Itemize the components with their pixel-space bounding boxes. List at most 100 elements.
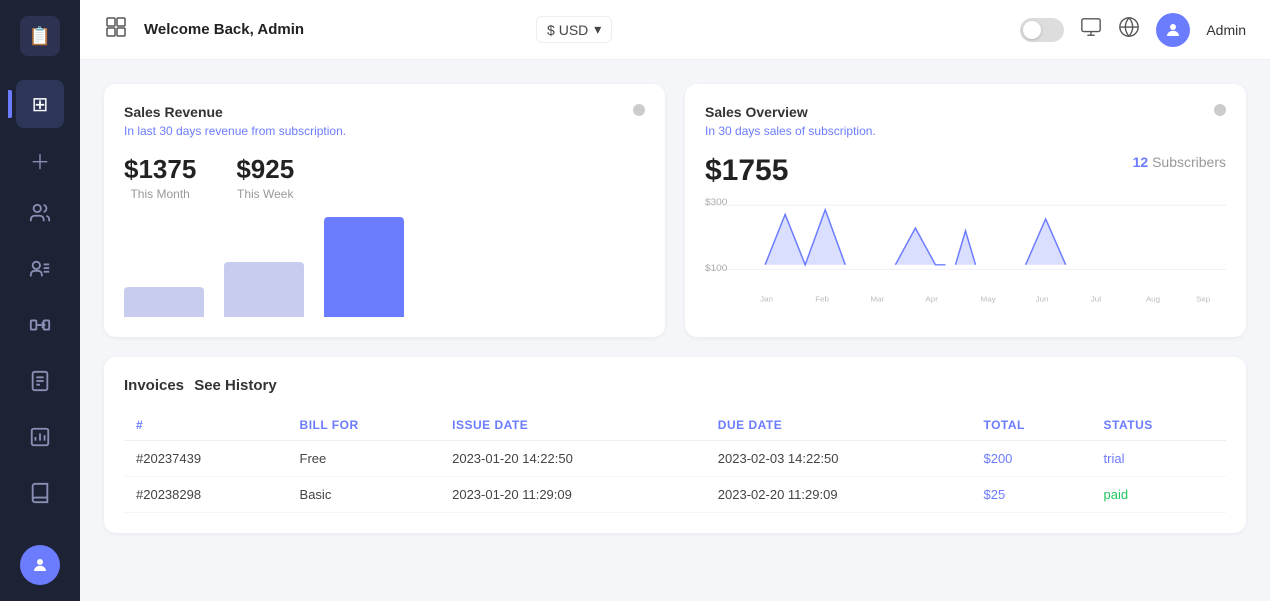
sidebar-item-dashboard[interactable]: ⊞ xyxy=(16,80,64,128)
sidebar-bottom xyxy=(20,545,60,585)
sidebar-item-user-detail[interactable] xyxy=(16,248,64,296)
sidebar: 📋 ⊞ ＋ xyxy=(0,0,80,601)
sidebar-item-book[interactable] xyxy=(16,472,64,520)
invoice-due-date: 2023-02-03 14:22:50 xyxy=(706,441,972,477)
svg-text:Jul: Jul xyxy=(1091,295,1102,304)
page-content: Sales Revenue In last 30 days revenue fr… xyxy=(80,60,1270,601)
invoice-total: $25 xyxy=(971,477,1091,513)
col-bill-for: BILL FOR xyxy=(288,410,441,441)
sidebar-item-reports[interactable] xyxy=(16,416,64,464)
overview-amount: $1755 xyxy=(705,154,788,188)
invoice-issue-date: 2023-01-20 11:29:09 xyxy=(440,477,706,513)
sidebar-item-docs[interactable] xyxy=(16,360,64,408)
integrations-icon xyxy=(29,314,51,342)
revenue-week-label: This Week xyxy=(236,187,294,201)
user-detail-icon xyxy=(29,258,51,286)
overview-card-dot xyxy=(1214,104,1226,116)
overview-top: $1755 12 Subscribers xyxy=(705,154,1226,188)
sidebar-item-add[interactable]: ＋ xyxy=(16,136,64,184)
svg-text:Apr: Apr xyxy=(925,295,938,304)
svg-text:Jan: Jan xyxy=(760,295,773,304)
invoice-due-date: 2023-02-20 11:29:09 xyxy=(706,477,972,513)
subscribers-badge: 12 Subscribers xyxy=(1133,154,1226,170)
invoice-bill-for: Basic xyxy=(288,477,441,513)
svg-text:Aug: Aug xyxy=(1146,295,1160,304)
sidebar-item-users[interactable] xyxy=(16,192,64,240)
revenue-week: $925 This Week xyxy=(236,154,294,201)
invoice-id: #20237439 xyxy=(124,441,288,477)
docs-icon xyxy=(29,370,51,398)
revenue-amounts: $1375 This Month $925 This Week xyxy=(124,154,645,201)
dashboard-cards: Sales Revenue In last 30 days revenue fr… xyxy=(104,84,1246,337)
header: Welcome Back, Admin $ USD ▾ A xyxy=(80,0,1270,60)
logo-icon: 📋 xyxy=(29,26,51,47)
col-total: TOTAL xyxy=(971,410,1091,441)
dashboard-icon: ⊞ xyxy=(32,92,49,117)
svg-text:$100: $100 xyxy=(705,264,727,275)
sidebar-logo[interactable]: 📋 xyxy=(20,16,60,56)
see-history-link[interactable]: See History xyxy=(194,377,277,394)
col-status: STATUS xyxy=(1092,410,1226,441)
svg-text:Sep: Sep xyxy=(1196,295,1210,304)
revenue-card-dot xyxy=(633,104,645,116)
currency-selector[interactable]: $ USD ▾ xyxy=(536,16,612,43)
theme-toggle[interactable] xyxy=(1020,18,1064,42)
svg-text:Mar: Mar xyxy=(870,295,884,304)
table-row: #20237439 Free 2023-01-20 14:22:50 2023-… xyxy=(124,441,1226,477)
overview-card-title: Sales Overview xyxy=(705,104,808,120)
card-header-revenue: Sales Revenue xyxy=(124,104,645,120)
invoices-table: # BILL FOR ISSUE DATE DUE DATE TOTAL STA… xyxy=(124,410,1226,513)
bar-3 xyxy=(324,217,404,317)
invoice-status: paid xyxy=(1092,477,1226,513)
currency-arrow-icon: ▾ xyxy=(594,21,601,38)
invoices-header: Invoices See History xyxy=(124,377,1226,394)
book-icon xyxy=(29,482,51,510)
sales-revenue-card: Sales Revenue In last 30 days revenue fr… xyxy=(104,84,665,337)
subscribers-label: Subscribers xyxy=(1152,154,1226,170)
revenue-month-amount: $1375 xyxy=(124,154,196,185)
header-username: Admin xyxy=(1206,22,1246,38)
reports-icon xyxy=(29,426,51,454)
revenue-card-title: Sales Revenue xyxy=(124,104,223,120)
col-issue-date: ISSUE DATE xyxy=(440,410,706,441)
subscribers-count: 12 xyxy=(1133,154,1149,170)
sidebar-user-avatar[interactable] xyxy=(20,545,60,585)
invoice-bill-for: Free xyxy=(288,441,441,477)
invoices-label: Invoices xyxy=(124,377,184,394)
col-id: # xyxy=(124,410,288,441)
overview-card-subtitle: In 30 days sales of subscription. xyxy=(705,124,1226,138)
table-header-row: # BILL FOR ISSUE DATE DUE DATE TOTAL STA… xyxy=(124,410,1226,441)
invoice-total: $200 xyxy=(971,441,1091,477)
invoice-status: trial xyxy=(1092,441,1226,477)
invoice-issue-date: 2023-01-20 14:22:50 xyxy=(440,441,706,477)
globe-icon[interactable] xyxy=(1118,16,1140,44)
svg-text:Feb: Feb xyxy=(815,295,829,304)
svg-text:May: May xyxy=(981,295,996,304)
add-icon: ＋ xyxy=(30,146,50,175)
table-body: #20237439 Free 2023-01-20 14:22:50 2023-… xyxy=(124,441,1226,513)
card-header-overview: Sales Overview xyxy=(705,104,1226,120)
revenue-card-subtitle: In last 30 days revenue from subscriptio… xyxy=(124,124,645,138)
currency-label: $ USD xyxy=(547,22,588,38)
invoices-card: Invoices See History # BILL FOR ISSUE DA… xyxy=(104,357,1246,533)
revenue-week-amount: $925 xyxy=(236,154,294,185)
bar-1 xyxy=(124,287,204,317)
revenue-bar-chart xyxy=(124,217,645,317)
overview-area-chart: $300 $100 Jan Feb Mar xyxy=(705,196,1226,306)
invoice-id: #20238298 xyxy=(124,477,288,513)
bar-2 xyxy=(224,262,304,317)
table-row: #20238298 Basic 2023-01-20 11:29:09 2023… xyxy=(124,477,1226,513)
header-logo-icon xyxy=(104,15,128,45)
main-content: Welcome Back, Admin $ USD ▾ A xyxy=(80,0,1270,601)
svg-text:$300: $300 xyxy=(705,198,727,209)
revenue-month: $1375 This Month xyxy=(124,154,196,201)
table-head: # BILL FOR ISSUE DATE DUE DATE TOTAL STA… xyxy=(124,410,1226,441)
monitor-icon[interactable] xyxy=(1080,16,1102,44)
users-icon xyxy=(29,202,51,230)
revenue-month-label: This Month xyxy=(124,187,196,201)
sales-overview-card: Sales Overview In 30 days sales of subsc… xyxy=(685,84,1246,337)
header-title: Welcome Back, Admin xyxy=(144,21,520,38)
col-due-date: DUE DATE xyxy=(706,410,972,441)
header-user-avatar[interactable] xyxy=(1156,13,1190,47)
sidebar-item-integrations[interactable] xyxy=(16,304,64,352)
